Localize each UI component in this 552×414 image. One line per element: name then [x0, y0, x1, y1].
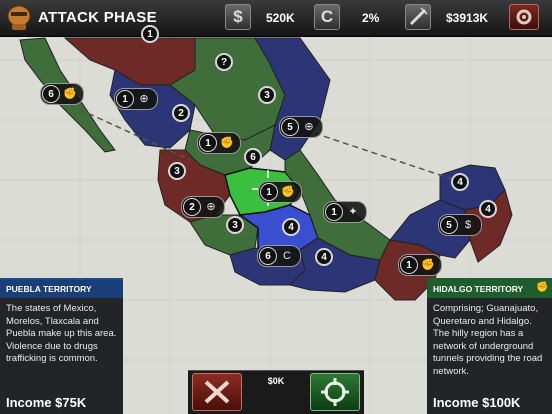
region-sonora[interactable]: [63, 37, 201, 86]
panel-income: Income $100K: [433, 395, 521, 410]
marker-zacatecas[interactable]: 6: [244, 148, 262, 166]
marker-nuevo-leon-target[interactable]: 5 ⊕: [279, 116, 323, 138]
confirm-attack-button[interactable]: [310, 373, 360, 411]
marker-oaxaca[interactable]: 4: [315, 248, 333, 266]
marker-sinaloa[interactable]: 2: [172, 104, 190, 122]
cash-value: 520K: [266, 11, 295, 25]
target-icon: ⊕: [304, 121, 314, 133]
marker-nayarit[interactable]: 3: [168, 162, 186, 180]
territory-info-panel-right: HIDALGO TERRITORY ✊ Comprising; Guanajua…: [427, 278, 552, 414]
marker-coahuila[interactable]: 3: [258, 86, 276, 104]
cancel-attack-button[interactable]: [192, 373, 242, 411]
panel-title: HIDALGO TERRITORY: [427, 280, 552, 298]
drug-value: $3913K: [446, 11, 489, 25]
top-bar: ATTACK PHASE $ 520K C 2% $3913K: [0, 0, 552, 37]
fist-icon: ✊: [281, 186, 295, 198]
marker-yucatan[interactable]: 4: [451, 173, 469, 191]
fist-icon: ✊: [421, 259, 435, 271]
game-screen: ATTACK PHASE $ 520K C 2% $3913K 6 ✊ 1 ⊕ ? …: [0, 0, 552, 414]
marker-guerrero-c[interactable]: 6C: [257, 245, 301, 267]
target-icon: ⊕: [139, 93, 149, 105]
territory-info-panel-left: PUEBLA TERRITORY The states of Mexico, M…: [0, 278, 123, 414]
marker-hidalgo-selected[interactable]: 1 ✊: [258, 181, 302, 203]
marker-jalisco-target[interactable]: 2 ⊕: [181, 196, 225, 218]
panel-description: Comprising; Guanajuato, Queretaro and Hi…: [433, 303, 543, 377]
marker-sonora-target[interactable]: 1 ⊕: [114, 88, 158, 110]
gear-icon: [516, 9, 532, 25]
panel-income: Income $75K: [6, 395, 87, 410]
fist-icon: ✊: [536, 282, 549, 293]
skull-helmet-icon: [7, 5, 31, 30]
marker-puebla[interactable]: 4: [282, 218, 300, 236]
phase-title: ATTACK PHASE: [38, 9, 157, 26]
fist-icon: ✊: [220, 137, 234, 149]
marker-quintana-roo[interactable]: 4: [479, 200, 497, 218]
attack-cost: $0K: [267, 376, 285, 386]
cartel-c-icon[interactable]: C: [314, 4, 340, 30]
marker-chiapas[interactable]: 1 ✊: [398, 254, 442, 276]
panel-title: PUEBLA TERRITORY: [0, 280, 123, 298]
fist-icon: ✊: [63, 88, 77, 100]
marker-durango[interactable]: 1 ✊: [197, 132, 241, 154]
crosshair-icon: [321, 378, 349, 406]
influence-value: 2%: [362, 11, 380, 25]
syringe-icon[interactable]: [405, 4, 431, 30]
marker-chihuahua-unknown[interactable]: ?: [215, 53, 233, 71]
settings-menu-button[interactable]: [509, 4, 539, 30]
target-icon: ⊕: [206, 201, 216, 213]
dollar-icon: $: [464, 219, 472, 231]
squad-icon: ✦: [348, 206, 358, 218]
panel-description: The states of Mexico, Morelos, Tlaxcala …: [6, 303, 117, 364]
marker-baja[interactable]: 6 ✊: [40, 83, 84, 105]
marker-campeche-dollar[interactable]: 5 $: [438, 214, 482, 236]
marker-top[interactable]: 1: [141, 25, 159, 43]
unknown-icon: ?: [215, 53, 233, 71]
marker-veracruz-squad[interactable]: 1 ✦: [323, 201, 367, 223]
dollar-icon[interactable]: $: [225, 4, 251, 30]
cartel-c-icon: C: [283, 250, 291, 262]
marker-michoacan[interactable]: 3: [226, 216, 244, 234]
crossed-guns-icon: [204, 380, 230, 404]
